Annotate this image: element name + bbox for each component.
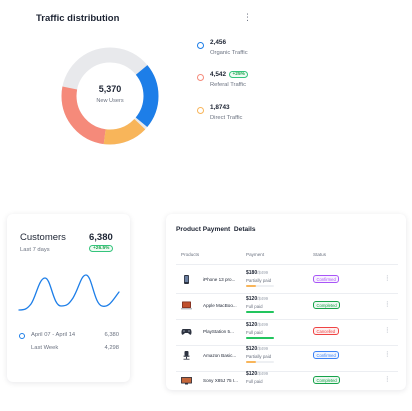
legend-label: Direct Traffic: [210, 115, 243, 121]
status-badge: Confirmed: [313, 275, 340, 283]
product-name: Amazon Basic...: [203, 353, 237, 358]
status-badge: Confirmed: [313, 351, 340, 359]
customers-line: [18, 274, 120, 311]
product-name: Apple MacBoo...: [203, 303, 237, 308]
table-row[interactable]: Apple MacBoo... $120/$499 Full paid Comp…: [166, 294, 406, 319]
row-menu-icon[interactable]: ⋮: [384, 274, 391, 282]
payment-progress-bar: [246, 361, 274, 363]
header-status: Status: [313, 252, 327, 257]
table-row[interactable]: iPhone 13 pro... $180/$499 Partially pai…: [166, 268, 406, 293]
progress-fill: [246, 337, 274, 339]
traffic-donut-chart: [61, 47, 159, 145]
legend-dot-icon: [197, 74, 204, 81]
customers-growth-badge: +26.5%: [89, 245, 114, 252]
customers-row-current: April 07 - April 14 6,380: [19, 332, 119, 342]
traffic-title: Traffic distribution: [36, 13, 120, 24]
customers-row-previous: Last Week 4,298: [19, 345, 119, 355]
legend-label: Referal Traffic: [210, 82, 246, 88]
price: $120/$499: [246, 322, 269, 328]
payment-state: Full paid: [246, 379, 263, 384]
payment-details-card: Product Payment Details Products Payment…: [166, 214, 406, 390]
product-name: Sony X85J 75 I...: [203, 378, 238, 383]
payment-state: Full paid: [246, 330, 263, 335]
payment-state: Full paid: [246, 304, 263, 309]
price: $120/$499: [246, 296, 269, 302]
office-chair-icon: [183, 351, 190, 360]
payment-state: Partially paid: [246, 278, 272, 283]
series-dot-icon: [19, 333, 25, 339]
gamepad-icon: [181, 329, 192, 335]
legend-label: Organic Traffic: [210, 50, 248, 56]
price: $180/$499: [246, 270, 269, 276]
payment-progress-bar: [246, 337, 274, 339]
traffic-distribution-card: Traffic distribution ⋮ 5,370 New Users 2…: [0, 0, 412, 190]
table-row[interactable]: PlayStation 5... $120/$499 Full paid Can…: [166, 320, 406, 345]
kebab-menu-icon[interactable]: ⋮: [243, 13, 252, 22]
customers-title: Customers: [20, 232, 66, 243]
payment-title: Product Payment Details: [176, 226, 256, 233]
phone-icon: [184, 275, 189, 284]
table-row[interactable]: Sony X85J 75 I... $120/$499 Full paid Co…: [166, 369, 406, 394]
customers-line-chart: [18, 274, 120, 311]
legend-dot-icon: [197, 107, 204, 114]
row-menu-icon[interactable]: ⋮: [384, 326, 391, 334]
laptop-icon: [181, 301, 192, 310]
row-label: April 07 - April 14: [31, 332, 76, 338]
legend-direct: 1,8743 Direct Traffic: [197, 104, 317, 132]
divider: [176, 264, 398, 265]
price: $120/$499: [246, 371, 269, 377]
customers-card: Customers 6,380 Last 7 days +26.5% April…: [7, 214, 130, 382]
status-badge: Completed: [313, 301, 341, 309]
row-menu-icon[interactable]: ⋮: [384, 350, 391, 358]
donut-caption: New Users: [96, 98, 124, 104]
progress-fill: [246, 285, 256, 287]
header-products: Products: [181, 252, 200, 257]
row-value: 4,298: [104, 345, 119, 351]
legend-value: 4,542 +25%: [210, 71, 249, 78]
legend-value: 2,456: [210, 39, 226, 46]
payment-progress-bar: [246, 311, 274, 313]
row-value: 6,380: [104, 332, 119, 338]
row-menu-icon[interactable]: ⋮: [384, 375, 391, 383]
customers-period: Last 7 days: [20, 247, 50, 253]
legend-value: 1,8743: [210, 104, 230, 111]
tv-icon: [181, 377, 192, 385]
progress-fill: [246, 311, 274, 313]
table-row[interactable]: Amazon Basic... $120/$499 Partially paid…: [166, 344, 406, 369]
payment-progress-bar: [246, 285, 274, 287]
row-label: Last Week: [31, 345, 59, 351]
customers-total: 6,380: [89, 232, 113, 243]
status-badge: Cancelled: [313, 327, 339, 335]
progress-fill: [246, 361, 256, 363]
payment-state: Partially paid: [246, 354, 272, 359]
legend-dot-icon: [197, 42, 204, 49]
product-name: iPhone 13 pro...: [203, 277, 236, 282]
status-badge: Completed: [313, 376, 341, 384]
product-name: PlayStation 5...: [203, 329, 234, 334]
row-menu-icon[interactable]: ⋮: [384, 300, 391, 308]
price: $120/$499: [246, 346, 269, 352]
donut-total: 5,370: [98, 84, 122, 94]
legend-organic: 2,456 Organic Traffic: [197, 39, 317, 67]
legend-referral: 4,542 +25% Referal Traffic: [197, 71, 317, 99]
header-payment: Payment: [246, 252, 265, 257]
growth-badge: +25%: [229, 71, 249, 78]
